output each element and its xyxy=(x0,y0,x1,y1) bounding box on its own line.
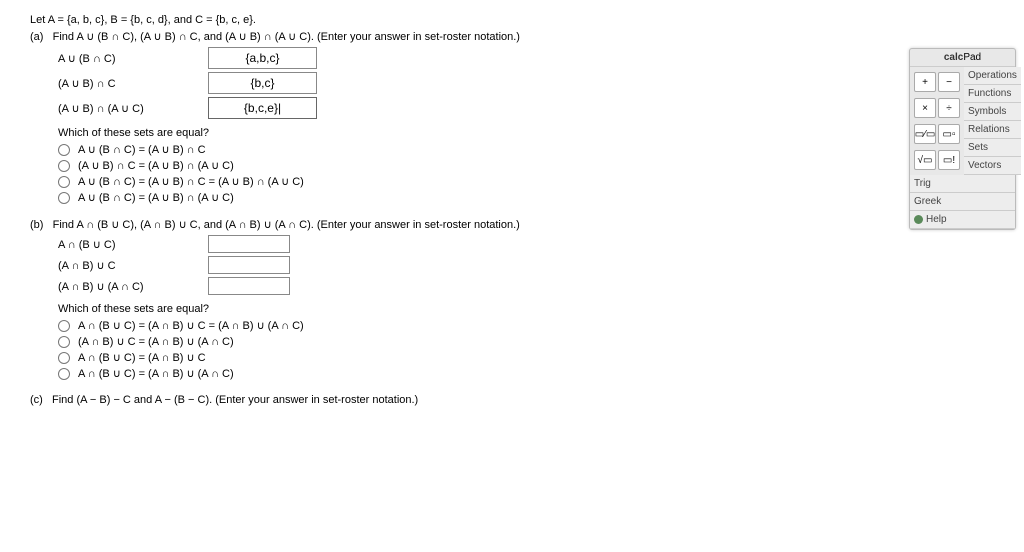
a-row2-answer[interactable]: {b,c} xyxy=(208,72,317,94)
a-opt2-label: (A ∪ B) ∩ C = (A ∪ B) ∩ (A ∪ C) xyxy=(78,159,234,172)
cat-help[interactable]: Help xyxy=(910,211,1015,229)
b-opt2-label: (A ∩ B) ∪ C = (A ∩ B) ∪ (A ∩ C) xyxy=(78,335,234,348)
b-row1-answer[interactable] xyxy=(208,235,290,253)
b-row1-label: A ∩ (B ∪ C) xyxy=(58,238,208,251)
part-b-prompt: Find A ∩ (B ∪ C), (A ∩ B) ∪ C, and (A ∩ … xyxy=(53,219,520,231)
calcpad-title: calcPad xyxy=(910,49,1015,67)
a-opt1-radio[interactable] xyxy=(58,144,70,156)
b-row3-answer[interactable] xyxy=(208,277,290,295)
part-b-marker: (b) xyxy=(30,219,43,231)
divide-button[interactable]: ÷ xyxy=(938,98,960,118)
b-equal-question: Which of these sets are equal? xyxy=(58,303,1014,315)
a-opt1-label: A ∪ (B ∩ C) = (A ∪ B) ∩ C xyxy=(78,143,206,156)
sqrt-button[interactable]: √▭ xyxy=(914,150,936,170)
b-opt2-radio[interactable] xyxy=(58,336,70,348)
b-opt1-radio[interactable] xyxy=(58,320,70,332)
calcpad: calcPad + − × ÷ ▭⁄▭ ▭▫ √▭ ▭! xyxy=(909,48,1016,230)
fraction-button[interactable]: ▭⁄▭ xyxy=(914,124,936,144)
part-a-marker: (a) xyxy=(30,31,43,43)
plus-button[interactable]: + xyxy=(914,72,936,92)
part-c-prompt: Find (A − B) − C and A − (B − C). (Enter… xyxy=(52,394,418,406)
cat-relations[interactable]: Relations xyxy=(964,121,1021,139)
b-opt4-radio[interactable] xyxy=(58,368,70,380)
given-text: Let A = {a, b, c}, B = {b, c, d}, and C … xyxy=(30,14,1014,26)
b-opt4-label: A ∩ (B ∪ C) = (A ∩ B) ∪ (A ∩ C) xyxy=(78,367,234,380)
part-a-prompt: Find A ∪ (B ∩ C), (A ∪ B) ∩ C, and (A ∪ … xyxy=(53,31,520,43)
b-row2-label: (A ∩ B) ∪ C xyxy=(58,259,208,272)
cat-sets[interactable]: Sets xyxy=(964,139,1021,157)
minus-button[interactable]: − xyxy=(938,72,960,92)
b-opt3-radio[interactable] xyxy=(58,352,70,364)
a-opt3-label: A ∪ (B ∩ C) = (A ∪ B) ∩ C = (A ∪ B) ∩ (A… xyxy=(78,175,304,188)
b-opt3-label: A ∩ (B ∪ C) = (A ∩ B) ∪ C xyxy=(78,351,206,364)
cat-trig[interactable]: Trig xyxy=(910,175,1015,193)
times-button[interactable]: × xyxy=(914,98,936,118)
part-c-marker: (c) xyxy=(30,394,43,406)
cat-vectors[interactable]: Vectors xyxy=(964,157,1021,175)
a-opt4-label: A ∪ (B ∩ C) = (A ∪ B) ∩ (A ∪ C) xyxy=(78,191,234,204)
cat-functions[interactable]: Functions xyxy=(964,85,1021,103)
a-equal-question: Which of these sets are equal? xyxy=(58,127,1014,139)
exponent-button[interactable]: ▭▫ xyxy=(938,124,960,144)
cat-symbols[interactable]: Symbols xyxy=(964,103,1021,121)
a-row1-label: A ∪ (B ∩ C) xyxy=(58,52,208,65)
a-row1-answer[interactable]: {a,b,c} xyxy=(208,47,317,69)
a-opt2-radio[interactable] xyxy=(58,160,70,172)
a-row2-label: (A ∪ B) ∩ C xyxy=(58,77,208,90)
factorial-button[interactable]: ▭! xyxy=(938,150,960,170)
cat-operations[interactable]: Operations xyxy=(964,67,1021,85)
a-opt3-radio[interactable] xyxy=(58,176,70,188)
a-row3-answer[interactable]: {b,c,e}| xyxy=(208,97,317,119)
b-row2-answer[interactable] xyxy=(208,256,290,274)
b-row3-label: (A ∩ B) ∪ (A ∩ C) xyxy=(58,280,208,293)
a-row3-label: (A ∪ B) ∩ (A ∪ C) xyxy=(58,102,208,115)
cat-greek[interactable]: Greek xyxy=(910,193,1015,211)
b-opt1-label: A ∩ (B ∪ C) = (A ∩ B) ∪ C = (A ∩ B) ∪ (A… xyxy=(78,319,304,332)
a-opt4-radio[interactable] xyxy=(58,192,70,204)
